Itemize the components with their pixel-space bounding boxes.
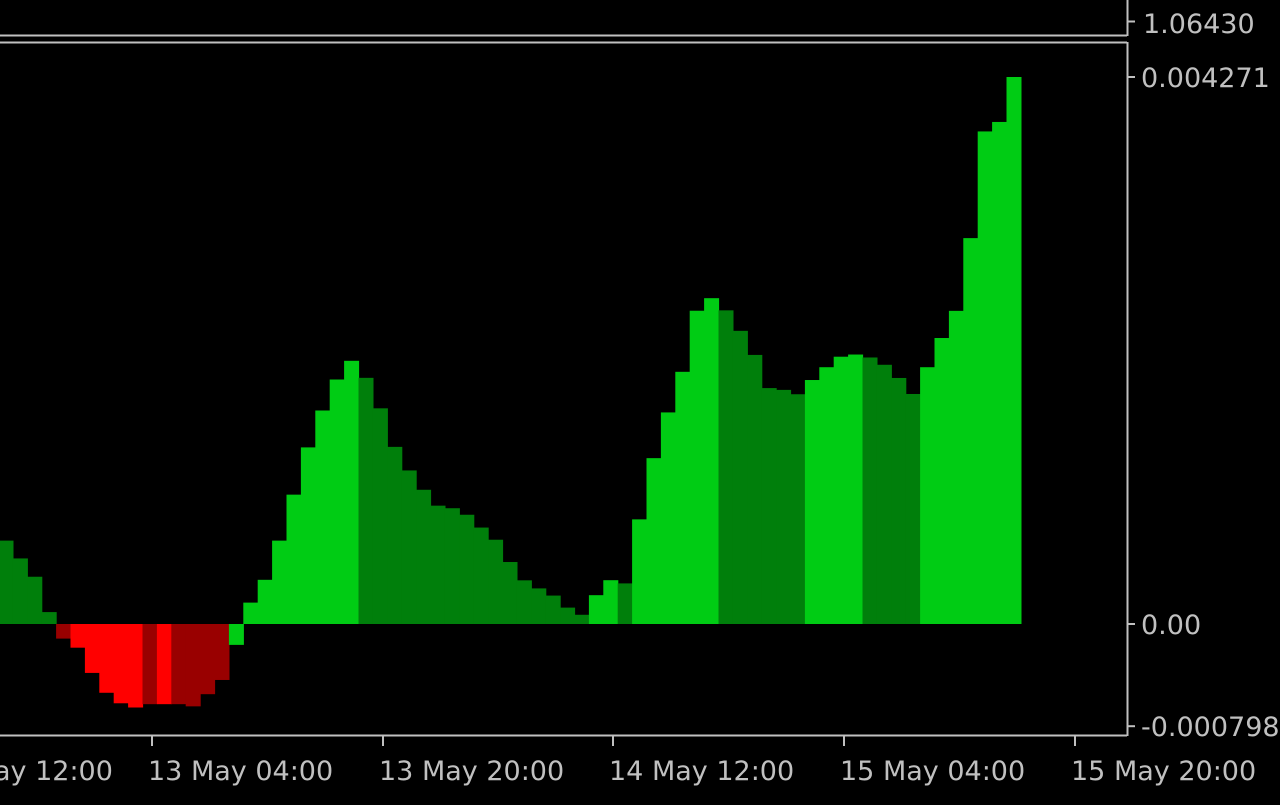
histogram-bar — [603, 580, 619, 624]
histogram-bars — [0, 77, 1022, 708]
histogram-bar — [1006, 77, 1022, 624]
time-axis-label: 13 May 04:00 — [148, 756, 333, 787]
time-axis-label: 14 May 12:00 — [609, 756, 794, 787]
histogram-bar — [84, 624, 100, 673]
histogram-bar — [329, 379, 345, 624]
histogram-bar — [646, 458, 662, 624]
histogram-bar — [617, 583, 633, 624]
histogram-bar — [488, 539, 504, 624]
histogram-bar — [200, 624, 216, 695]
histogram-bar — [228, 624, 244, 645]
histogram-bar — [992, 121, 1008, 624]
indicator-panel: 0.004271 0.00 -0.000798 — [0, 41, 1280, 743]
histogram-bar — [171, 624, 187, 705]
histogram-bar — [257, 579, 273, 624]
histogram-bar — [632, 519, 648, 624]
histogram-bar — [732, 330, 748, 624]
histogram-bar — [56, 624, 72, 639]
histogram-bar — [819, 367, 835, 624]
histogram-bar — [372, 408, 388, 624]
time-axis-label: 15 May 04:00 — [840, 756, 1025, 787]
value-axis-label: 0.00 — [1141, 610, 1201, 641]
histogram-bar — [761, 388, 777, 624]
histogram-bar — [185, 624, 201, 707]
histogram-bar — [689, 310, 705, 624]
time-axis-label: 13 May 20:00 — [379, 756, 564, 787]
time-axis-label: ay 12:00 — [0, 756, 113, 787]
histogram-bar — [920, 367, 936, 624]
histogram-bar — [963, 238, 979, 624]
histogram-bar — [776, 389, 792, 624]
histogram-bar — [516, 580, 532, 624]
histogram-bar — [876, 364, 892, 624]
histogram-bar — [142, 624, 158, 705]
histogram-bar — [905, 393, 921, 624]
histogram-bar — [113, 624, 129, 704]
histogram-bar — [704, 298, 720, 624]
histogram-bar — [502, 562, 518, 624]
histogram-bar — [315, 410, 331, 624]
histogram-bar — [444, 508, 460, 624]
histogram-bar — [660, 412, 676, 624]
histogram-bar — [574, 614, 590, 624]
histogram-bar — [128, 624, 144, 708]
histogram-bar — [401, 470, 417, 624]
histogram-bar — [747, 354, 763, 624]
price-panel: 1.06430 — [0, 0, 1255, 40]
chart-window: 1.06430 0.004271 0.00 -0.000798 ay 12:00 13… — [0, 0, 1280, 800]
chart-svg: 1.06430 0.004271 0.00 -0.000798 ay 12:00 13… — [0, 0, 1280, 787]
histogram-bar — [560, 607, 576, 624]
time-axis-label: 15 May 20:00 — [1071, 756, 1256, 787]
histogram-bar — [27, 576, 43, 624]
histogram-bar — [272, 540, 288, 624]
price-axis-label: 1.06430 — [1143, 9, 1255, 40]
histogram-bar — [344, 360, 360, 624]
time-axis: ay 12:00 13 May 04:00 13 May 20:00 14 May 1… — [0, 736, 1256, 787]
histogram-bar — [862, 357, 878, 624]
histogram-bar — [545, 595, 561, 624]
histogram-bar — [718, 310, 734, 624]
histogram-bar — [0, 540, 14, 624]
histogram-bar — [473, 527, 489, 624]
histogram-bar — [948, 310, 964, 624]
histogram-bar — [214, 624, 230, 680]
histogram-bar — [588, 595, 604, 624]
histogram-bar — [156, 624, 172, 705]
histogram-bar — [99, 624, 115, 693]
value-axis: 0.004271 0.00 -0.000798 — [1127, 63, 1280, 743]
histogram-bar — [300, 447, 316, 624]
value-axis-label: 0.004271 — [1141, 63, 1270, 94]
histogram-bar — [459, 514, 475, 624]
histogram-bar — [387, 446, 403, 624]
histogram-bar — [243, 602, 259, 624]
histogram-bar — [934, 338, 950, 624]
histogram-bar — [286, 494, 302, 624]
histogram-bar — [70, 624, 86, 648]
histogram-bar — [531, 588, 547, 624]
histogram-bar — [416, 489, 432, 624]
histogram-bar — [430, 505, 446, 624]
histogram-bar — [12, 558, 28, 624]
histogram-bar — [41, 612, 57, 624]
histogram-bar — [848, 354, 864, 624]
histogram-bar — [358, 377, 374, 624]
histogram-bar — [790, 394, 806, 624]
value-axis-label: -0.000798 — [1141, 712, 1280, 743]
histogram-bar — [804, 380, 820, 624]
histogram-bar — [977, 131, 993, 624]
histogram-bar — [833, 356, 849, 624]
histogram-bar — [675, 371, 691, 624]
histogram-bar — [891, 377, 907, 624]
